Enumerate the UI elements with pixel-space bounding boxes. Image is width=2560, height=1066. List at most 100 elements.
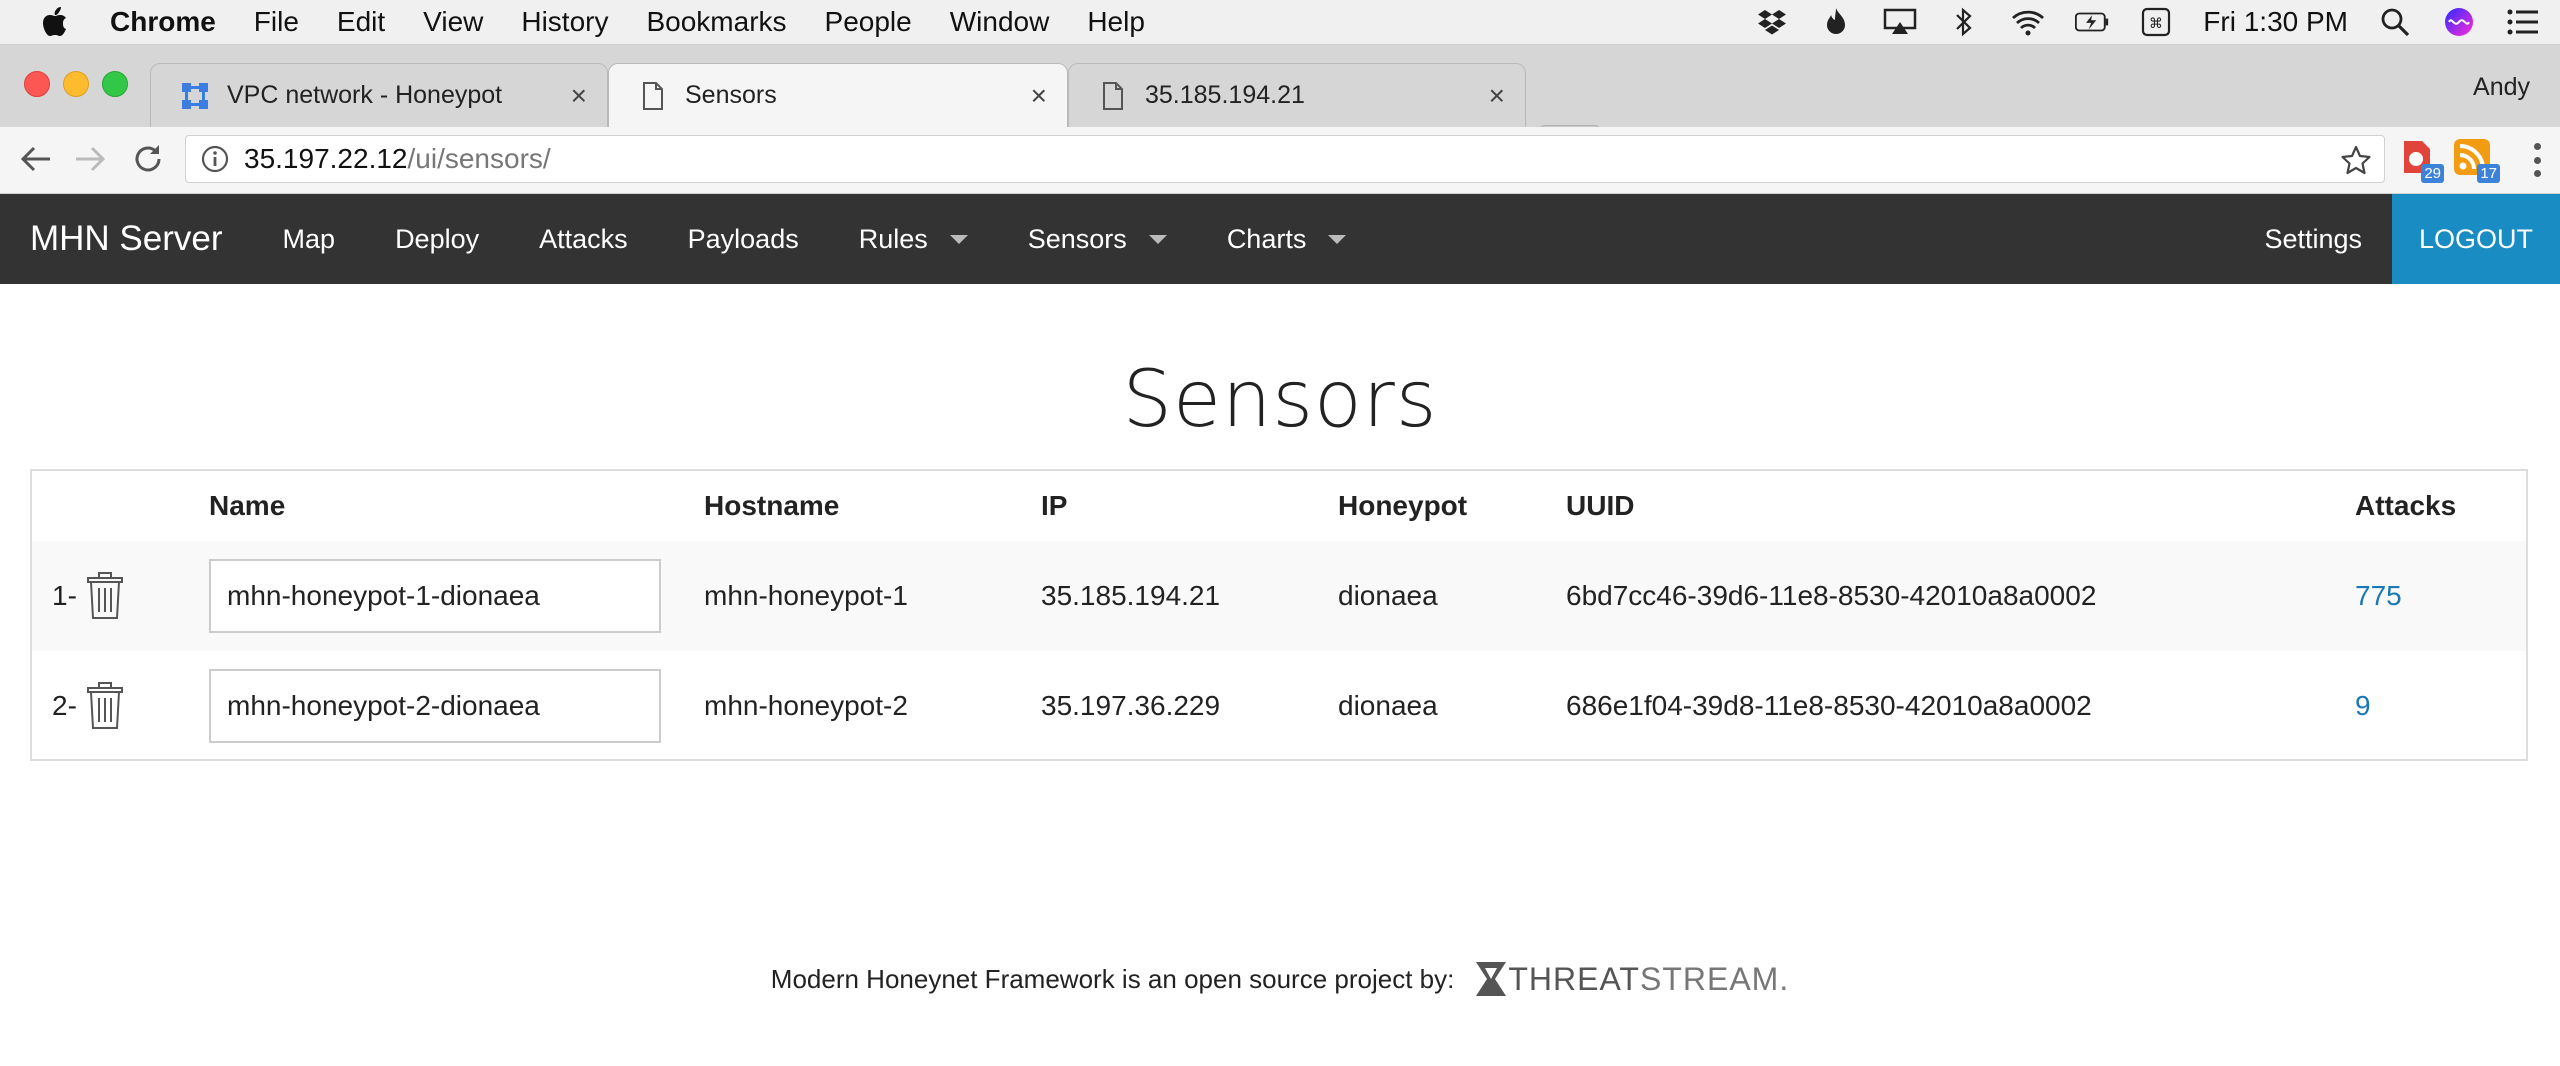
- tab-close-icon[interactable]: ×: [1031, 80, 1047, 112]
- name-cell: [209, 541, 704, 651]
- page-icon: [639, 81, 667, 111]
- nav-settings[interactable]: Settings: [2264, 194, 2362, 284]
- forward-icon[interactable]: [70, 139, 110, 179]
- hostname-cell: mhn-honeypot-2: [704, 690, 908, 721]
- siri-icon[interactable]: [2442, 5, 2476, 39]
- sensor-name-input[interactable]: [209, 559, 661, 633]
- threatstream-mark-icon: [1476, 962, 1507, 996]
- caret-down-icon: [949, 234, 968, 244]
- tab-close-icon[interactable]: ×: [571, 80, 587, 112]
- logout-button[interactable]: LOGOUT: [2392, 194, 2560, 284]
- tab-vpc-network[interactable]: VPC network - Honeypot ×: [150, 63, 608, 127]
- honeypot-cell: dionaea: [1338, 541, 1566, 651]
- trash-icon[interactable]: [85, 682, 125, 730]
- menu-edit[interactable]: Edit: [337, 6, 385, 38]
- uuid-cell: 6bd7cc46-39d6-11e8-8530-42010a8a0002: [1566, 541, 2355, 651]
- logo-text-thin: STREAM.: [1639, 960, 1790, 997]
- site-info-icon[interactable]: [200, 144, 230, 174]
- url-path: /ui/sensors/: [407, 143, 551, 174]
- menu-app-name[interactable]: Chrome: [110, 6, 216, 38]
- minimize-window-button[interactable]: [63, 71, 89, 97]
- menu-window[interactable]: Window: [950, 6, 1050, 38]
- table-header-row: Name Hostname IP Honeypot UUID Attacks: [32, 471, 2526, 541]
- url-host: 35.197.22.12: [244, 143, 408, 174]
- attacks-count-link[interactable]: 9: [2355, 690, 2371, 721]
- menu-file[interactable]: File: [254, 6, 299, 38]
- column-header-actions: [32, 471, 209, 541]
- uuid-cell: 686e1f04-39d8-11e8-8530-42010a8a0002: [1566, 690, 2092, 721]
- page-footer: Modern Honeynet Framework is an open sou…: [0, 960, 2560, 998]
- nav-label: Charts: [1226, 223, 1307, 254]
- reload-icon[interactable]: [128, 139, 168, 179]
- hostname-cell: mhn-honeypot-1: [704, 541, 1041, 651]
- airplay-icon[interactable]: [1883, 5, 1917, 39]
- attacks-count-link[interactable]: 775: [2355, 580, 2402, 611]
- extension-badge: 29: [2421, 164, 2444, 183]
- menu-view[interactable]: View: [423, 6, 483, 38]
- red-extension-icon[interactable]: 29: [2396, 137, 2444, 183]
- app-navbar: MHN Server Map Deploy Attacks Payloads R…: [0, 194, 2560, 284]
- chrome-tab-strip: VPC network - Honeypot × Sensors × 35.18…: [0, 45, 2560, 156]
- battery-charging-icon[interactable]: [2075, 5, 2109, 39]
- flame-icon[interactable]: [1819, 5, 1853, 39]
- nav-sensors-dropdown[interactable]: Sensors: [1028, 224, 1167, 255]
- page-icon: [1099, 81, 1127, 111]
- menu-help[interactable]: Help: [1087, 6, 1145, 38]
- menu-history[interactable]: History: [521, 6, 608, 38]
- nav-deploy[interactable]: Deploy: [395, 224, 479, 255]
- nav-label: Payloads: [687, 223, 799, 254]
- table-row: 2- mhn-honeypot-2 35.197.36.229 dionaea …: [32, 651, 2526, 761]
- profile-name[interactable]: Andy: [2473, 73, 2530, 102]
- tab-ip-address[interactable]: 35.185.194.21 ×: [1068, 63, 1526, 127]
- tab-title: VPC network - Honeypot: [227, 81, 503, 109]
- apple-icon[interactable]: [0, 6, 110, 38]
- row-number: 1-: [52, 580, 77, 611]
- close-window-button[interactable]: [24, 71, 50, 97]
- rss-extension-icon[interactable]: 17: [2452, 137, 2500, 183]
- nav-label: Rules: [858, 223, 928, 254]
- keyboard-icon[interactable]: ⌘: [2139, 5, 2173, 39]
- nav-rules-dropdown[interactable]: Rules: [859, 224, 968, 255]
- browser-toolbar: 35.197.22.12/ui/sensors/ 29 17: [0, 127, 2560, 194]
- row-actions-cell: 1-: [32, 541, 209, 651]
- back-icon[interactable]: [16, 139, 56, 179]
- tab-close-icon[interactable]: ×: [1489, 80, 1505, 112]
- nav-charts-dropdown[interactable]: Charts: [1227, 224, 1347, 255]
- tab-sensors[interactable]: Sensors ×: [608, 63, 1068, 127]
- logo-text-bold: THREAT: [1508, 960, 1640, 997]
- table-row: 1- mhn-honeypot-1 35.185.194.21 dionaea …: [32, 541, 2526, 651]
- gcp-network-icon: [181, 81, 209, 111]
- wifi-icon[interactable]: [2011, 5, 2045, 39]
- nav-map[interactable]: Map: [283, 224, 336, 255]
- sensor-name-input[interactable]: [209, 669, 661, 743]
- tab-title: Sensors: [685, 81, 777, 109]
- threatstream-logo[interactable]: THREAT STREAM.: [1474, 960, 1789, 998]
- spotlight-search-icon[interactable]: [2378, 5, 2412, 39]
- macos-menu-bar: Chrome File Edit View History Bookmarks …: [0, 0, 2560, 45]
- address-bar[interactable]: 35.197.22.12/ui/sensors/: [185, 135, 2385, 183]
- bookmark-star-icon[interactable]: [2340, 144, 2372, 176]
- attacks-cell: 775: [2355, 541, 2526, 651]
- column-header-ip: IP: [1041, 490, 1068, 521]
- caret-down-icon: [1328, 234, 1347, 244]
- brand-logo[interactable]: MHN Server: [30, 219, 223, 259]
- maximize-window-button[interactable]: [102, 71, 128, 97]
- sensors-table: Name Hostname IP Honeypot UUID Attacks 1…: [30, 469, 2528, 761]
- extension-badge: 17: [2477, 164, 2500, 183]
- menu-people[interactable]: People: [825, 6, 912, 38]
- ip-cell: 35.197.36.229: [1041, 690, 1221, 721]
- nav-attacks[interactable]: Attacks: [539, 224, 628, 255]
- caret-down-icon: [1148, 234, 1167, 244]
- chrome-menu-icon[interactable]: [2532, 143, 2542, 177]
- trash-icon[interactable]: [85, 572, 125, 620]
- menu-bookmarks[interactable]: Bookmarks: [646, 6, 786, 38]
- column-header-uuid: UUID: [1566, 490, 1635, 521]
- notification-center-icon[interactable]: [2506, 5, 2540, 39]
- dropbox-icon[interactable]: [1755, 5, 1789, 39]
- nav-payloads[interactable]: Payloads: [688, 224, 799, 255]
- menubar-clock[interactable]: Fri 1:30 PM: [2203, 6, 2348, 38]
- row-actions-cell: 2-: [32, 651, 209, 761]
- page-title: Sensors: [1122, 355, 1438, 445]
- nav-label: Deploy: [395, 223, 480, 254]
- bluetooth-icon[interactable]: [1947, 5, 1981, 39]
